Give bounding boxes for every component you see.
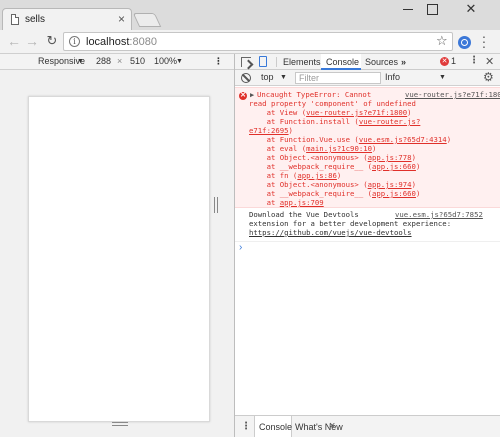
- device-emulation-pane: Responsive ▼ 288 × 510 100% ▼ ⋮: [0, 54, 234, 437]
- stack-line: at eval (main.js?1c90:10): [249, 144, 377, 153]
- navigation-bar: ← → ↻ i localhost:8080: [0, 30, 500, 54]
- chevron-down-icon[interactable]: ▼: [176, 58, 183, 65]
- url-port: :8080: [129, 36, 157, 48]
- error-text-line2: read property 'component' of undefined: [249, 99, 416, 108]
- page-icon: [11, 14, 19, 25]
- error-count[interactable]: 1: [451, 56, 456, 66]
- error-message: ✕ ▶ Uncaught TypeError: Cannot vue-route…: [235, 87, 500, 208]
- drawer-tab-whats-new[interactable]: What's New: [295, 422, 343, 432]
- drawer-menu-icon[interactable]: ⋮: [241, 421, 251, 432]
- more-options-icon[interactable]: ⋮: [214, 56, 223, 67]
- log-levels-select[interactable]: Info: [385, 72, 400, 82]
- zoom-select[interactable]: 100%: [154, 56, 177, 66]
- device-width-input[interactable]: 288: [96, 56, 111, 66]
- inspect-element-icon[interactable]: [241, 57, 251, 67]
- info-source-link[interactable]: vue.esm.js?65d7:7852: [395, 210, 483, 219]
- stack-line: at Object.<anonymous> (app.js:778): [249, 153, 416, 162]
- device-stage: [0, 70, 234, 437]
- info-text-line1: Download the Vue Devtools: [249, 210, 359, 219]
- stack-link[interactable]: e71f:2695: [249, 126, 289, 135]
- filter-input[interactable]: Filter: [295, 72, 381, 84]
- console-output: ✕ ▶ Uncaught TypeError: Cannot vue-route…: [235, 87, 500, 417]
- bookmark-star-icon[interactable]: ☆: [436, 33, 448, 49]
- browser-tab[interactable]: sells ×: [2, 8, 132, 30]
- stack-link[interactable]: app.js:709: [280, 198, 324, 207]
- device-toolbar: Responsive ▼ 288 × 510 100% ▼ ⋮: [0, 54, 234, 70]
- close-window-button[interactable]: ✕: [448, 0, 494, 18]
- more-tabs-icon[interactable]: »: [401, 57, 406, 67]
- devtools-link[interactable]: https://github.com/vuejs/vue-devtools: [249, 228, 412, 237]
- tab-elements[interactable]: Elements: [283, 57, 321, 67]
- maximize-button[interactable]: [420, 0, 444, 18]
- stack-line: at Object.<anonymous> (app.js:974): [249, 180, 416, 189]
- stack-link[interactable]: app.js:86: [297, 171, 337, 180]
- error-badge-icon[interactable]: ✕: [440, 57, 449, 66]
- stack-line: at Function.Vue.use (vue.esm.js?65d7:431…: [249, 135, 452, 144]
- stack-line: at View (vue-router.js?e71f:1800): [249, 108, 412, 117]
- url-text: localhost:8080: [86, 36, 157, 48]
- address-bar[interactable]: i localhost:8080: [63, 32, 453, 51]
- divider: [276, 57, 277, 67]
- stack-link[interactable]: app.js:974: [368, 180, 412, 189]
- device-toggle-icon[interactable]: [259, 56, 267, 67]
- context-select[interactable]: top: [261, 72, 274, 82]
- tab-sources[interactable]: Sources: [365, 57, 398, 67]
- back-arrow-icon[interactable]: ←: [6, 33, 22, 49]
- stack-line: at fn (app.js:86): [249, 171, 342, 180]
- dimension-separator: ×: [117, 56, 123, 66]
- error-source-link[interactable]: vue-router.js?e71f:1800: [405, 90, 500, 99]
- stack-link[interactable]: app.js:660: [372, 189, 416, 198]
- console-toolbar: top ▼ Filter Info ▼ ⚙: [235, 70, 500, 86]
- gear-icon[interactable]: ⚙: [483, 70, 494, 84]
- drawer-close-icon[interactable]: ×: [329, 420, 335, 432]
- forward-arrow-icon[interactable]: →: [24, 33, 40, 49]
- console-drawer: ⋮ Console What's New ×: [235, 415, 500, 437]
- url-host: localhost: [86, 36, 130, 48]
- reload-icon[interactable]: ↻: [44, 33, 60, 49]
- extension-icon[interactable]: [458, 36, 471, 49]
- stack-link[interactable]: app.js:660: [372, 162, 416, 171]
- stack-line: at __webpack_require__ (app.js:660): [249, 189, 421, 198]
- devtools-tab-bar: Elements Console Sources » ✕ 1 ⋮ ✕: [235, 54, 500, 70]
- info-message: Download the Vue Devtools vue.esm.js?65d…: [235, 208, 500, 242]
- devtools-panel: Elements Console Sources » ✕ 1 ⋮ ✕ top ▼…: [234, 54, 500, 437]
- drawer-tab-console[interactable]: Console: [259, 422, 292, 432]
- minimize-button[interactable]: [396, 0, 420, 18]
- devtools-menu-icon[interactable]: ⋮: [469, 55, 479, 66]
- stack-line: at app.js:709: [249, 198, 324, 207]
- stack-line: at Function.install (vue-router.js?: [249, 117, 421, 126]
- resize-handle-right[interactable]: [214, 197, 218, 213]
- tab-close-icon[interactable]: ×: [118, 12, 125, 26]
- chevron-down-icon[interactable]: ▼: [439, 74, 446, 81]
- info-icon[interactable]: i: [69, 36, 80, 47]
- error-icon: ✕: [239, 92, 247, 100]
- info-text-line2: extension for a better development exper…: [249, 219, 452, 228]
- stack-line: at __webpack_require__ (app.js:660): [249, 162, 421, 171]
- stack-link[interactable]: vue-router.js?: [359, 117, 421, 126]
- filter-placeholder: Filter: [299, 73, 319, 83]
- stack-link[interactable]: vue-router.js?e71f:1800: [306, 108, 407, 117]
- title-bar: sells × ✕: [0, 0, 500, 30]
- emulated-page-viewport[interactable]: [28, 96, 210, 422]
- tab-title: sells: [25, 14, 46, 25]
- stack-link[interactable]: app.js:778: [368, 153, 412, 162]
- stack-link[interactable]: vue.esm.js?65d7:4314: [359, 135, 447, 144]
- error-text-line1: Uncaught TypeError: Cannot: [257, 90, 372, 99]
- new-tab-button[interactable]: [132, 13, 162, 27]
- stack-line: e71f:2695): [249, 126, 293, 135]
- console-prompt[interactable]: ›: [239, 242, 242, 252]
- chevron-down-icon[interactable]: ▼: [77, 58, 84, 65]
- tab-console[interactable]: Console: [326, 57, 359, 67]
- devtools-close-icon[interactable]: ✕: [485, 55, 494, 68]
- device-height-input[interactable]: 510: [130, 56, 145, 66]
- browser-menu-icon[interactable]: · · ·: [481, 29, 487, 53]
- stack-link[interactable]: main.js?1c90:10: [306, 144, 372, 153]
- resize-handle-bottom[interactable]: [112, 422, 128, 426]
- clear-console-icon[interactable]: [241, 73, 251, 83]
- chevron-down-icon[interactable]: ▼: [280, 74, 287, 81]
